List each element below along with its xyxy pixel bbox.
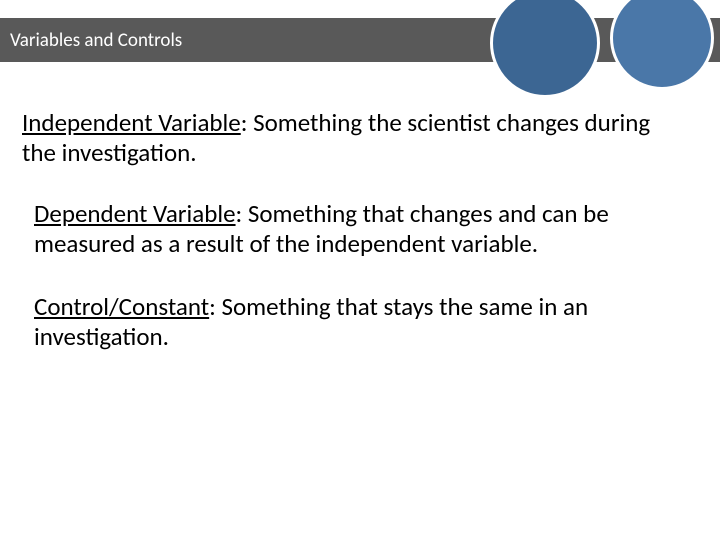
definition-dependent: Dependent Variable: Something that chang… [22, 199, 680, 258]
decorative-circle-left [490, 0, 600, 98]
slide: Variables and Controls Independent Varia… [0, 0, 720, 540]
content-area: Independent Variable: Something the scie… [22, 108, 680, 383]
term-dependent: Dependent Variable [34, 198, 236, 229]
term-independent: Independent Variable [22, 107, 241, 138]
definition-control: Control/Constant: Something that stays t… [22, 292, 680, 351]
decorative-circle-right [610, 0, 714, 90]
slide-title: Variables and Controls [10, 29, 182, 52]
definition-independent: Independent Variable: Something the scie… [22, 108, 680, 167]
term-control: Control/Constant [34, 291, 209, 322]
